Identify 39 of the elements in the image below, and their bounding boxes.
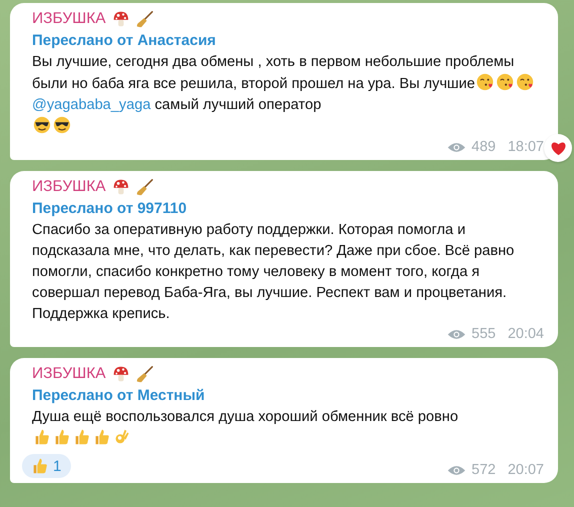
kissing-face-icon [476,73,494,91]
message-time: 20:07 [508,462,544,478]
thumbs-up-icon [33,428,51,446]
forwarded-from[interactable]: Переслано от Анастасия [32,30,544,52]
channel-name[interactable]: ИЗБУШКА [32,178,106,196]
view-count: 555 [472,326,496,342]
views-eye-icon [446,464,466,476]
mushroom-icon [112,365,130,383]
heart-icon [550,140,566,156]
message-text: @yagababa_yaga самый лучший оператор [32,96,322,115]
broom-icon [136,178,154,196]
kissing-face-icon [496,73,514,91]
forwarded-from[interactable]: Переслано от 997110 [32,198,544,220]
thumbs-up-icon [53,428,71,446]
view-count: 572 [472,462,496,478]
message-time: 18:07 [508,139,544,155]
thumbs-up-icon [73,428,91,446]
message-time: 20:04 [508,326,544,342]
views-eye-icon [446,328,466,340]
forwarded-from[interactable]: Переслано от Местный [32,385,544,407]
thumbs-up-icon [31,457,49,475]
sunglasses-face-icon [33,116,51,134]
message-text: Душа ещё воспользовался душа хороший обменник всё ровно [32,408,460,427]
reaction-button[interactable]: 1 [22,454,72,478]
sunglasses-face-icon [53,116,71,134]
broom-icon [136,365,154,383]
mushroom-icon [112,10,130,28]
mushroom-icon [112,178,130,196]
ok-hand-icon [113,428,131,446]
channel-name[interactable]: ИЗБУШКА [32,10,106,28]
broom-icon [136,10,154,28]
kissing-face-icon [516,73,534,91]
mention-link[interactable]: @yagababa_yaga [32,97,151,113]
channel-name[interactable]: ИЗБУШКА [32,365,106,383]
message-text: Спасибо за оперативную работу поддержки. Которая помогла и подсказала мне, что делать, как перевести? Даже при сбое. Всё равно помогли, спасибо конкретно тому человеку в момент того, когда я совершал перевод Баба-Яга, вы лучшие. Респект вам и процветания. Поддержка крепись. [32,221,516,324]
views-eye-icon [446,140,466,154]
reaction-button[interactable] [544,134,572,162]
view-count: 489 [472,139,496,155]
thumbs-up-icon [93,428,111,446]
